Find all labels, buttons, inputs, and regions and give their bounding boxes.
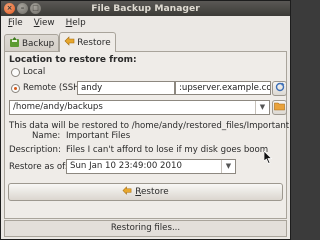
- menu-view[interactable]: View: [34, 16, 55, 30]
- browse-folder-button[interactable]: [272, 100, 287, 115]
- local-radio[interactable]: [11, 68, 20, 77]
- name-label: Name:: [32, 131, 61, 141]
- local-label: Local: [23, 67, 46, 77]
- restore-arrow-icon: [122, 185, 132, 199]
- description-label: Description:: [9, 145, 61, 155]
- maximize-window-button[interactable]: □: [30, 3, 41, 14]
- tab-backup[interactable]: Backup: [4, 34, 60, 52]
- app-window: × – □ File Backup Manager File View Help…: [0, 0, 291, 240]
- backup-path-value: /home/andy/backups: [13, 102, 103, 112]
- chevron-down-icon[interactable]: ▼: [255, 101, 269, 114]
- menu-help[interactable]: Help: [66, 16, 86, 30]
- restore-arrow-icon: [64, 35, 75, 50]
- restore-button[interactable]: Restore: [8, 183, 283, 201]
- tab-bar: Backup Restore: [4, 32, 116, 52]
- restore-destination-info: This data will be restored to /home/andy…: [9, 121, 291, 131]
- remote-ssh-radio[interactable]: [11, 84, 20, 93]
- restore-button-label: Restore: [135, 187, 169, 197]
- restore-panel: Location to restore from: Local Remote (…: [4, 51, 290, 219]
- title-bar[interactable]: × – □ File Backup Manager: [1, 1, 290, 16]
- progress-bar: Restoring files...: [4, 220, 287, 237]
- window-title: File Backup Manager: [91, 3, 200, 14]
- restore-as-of-label: Restore as of:: [9, 162, 68, 172]
- connect-button[interactable]: [272, 81, 287, 96]
- tab-restore[interactable]: Restore: [59, 32, 116, 52]
- restore-date-combo[interactable]: Sun Jan 10 23:49:00 2010 ▼: [66, 159, 236, 174]
- refresh-icon: [275, 82, 285, 95]
- menu-bar: File View Help: [1, 16, 290, 30]
- tab-restore-label: Restore: [77, 37, 111, 48]
- minimize-window-button[interactable]: –: [17, 3, 28, 14]
- folder-icon: [274, 101, 285, 114]
- menu-file[interactable]: File: [8, 16, 23, 30]
- ssh-host-input[interactable]: :upserver.example.com: [175, 81, 271, 95]
- close-window-button[interactable]: ×: [4, 3, 15, 14]
- mouse-cursor-icon: [263, 150, 273, 167]
- progress-text: Restoring files...: [110, 223, 181, 233]
- chevron-down-icon[interactable]: ▼: [221, 160, 235, 173]
- restore-date-value: Sun Jan 10 23:49:00 2010: [70, 161, 182, 171]
- location-heading: Location to restore from:: [9, 55, 137, 65]
- save-icon: [9, 36, 20, 51]
- window-controls: × – □: [4, 3, 41, 14]
- remote-ssh-label: Remote (SSH): [23, 83, 83, 93]
- backup-path-combo[interactable]: /home/andy/backups ▼: [9, 100, 270, 115]
- ssh-user-input[interactable]: andy: [77, 81, 175, 95]
- description-value: Files I can't afford to lose if my disk …: [66, 145, 269, 155]
- name-value: Important Files: [66, 131, 131, 141]
- tab-backup-label: Backup: [22, 38, 55, 49]
